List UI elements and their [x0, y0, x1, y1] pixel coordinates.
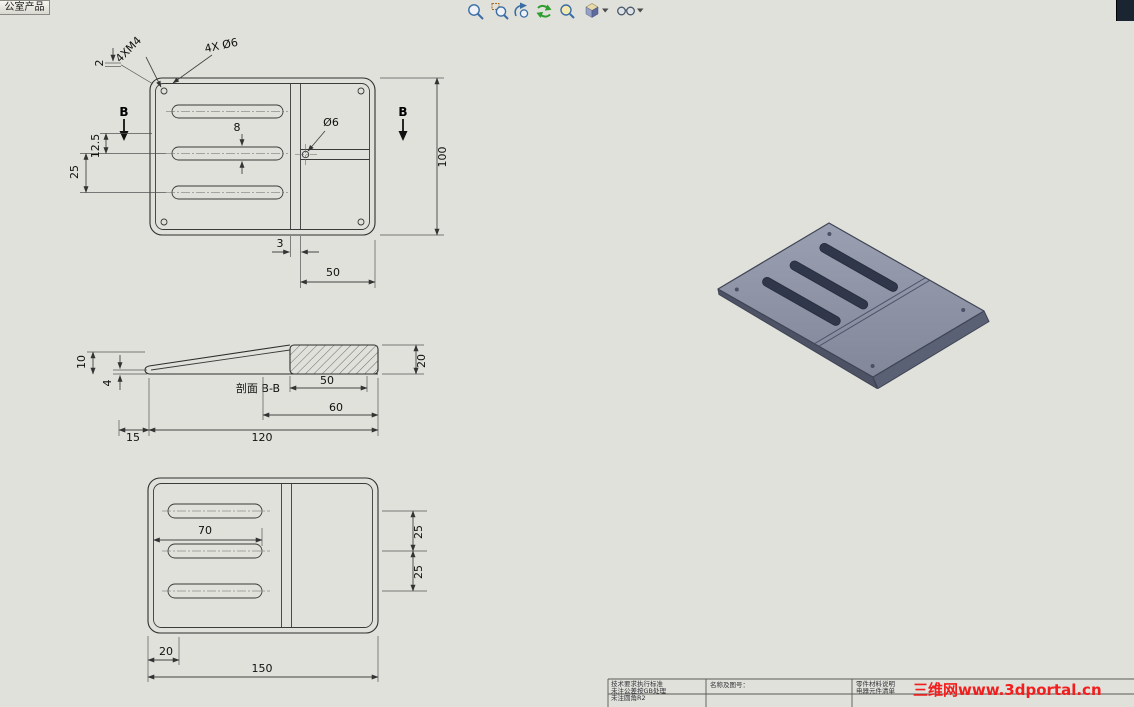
- zoom-previous-icon[interactable]: [514, 2, 529, 18]
- dim-8: 8: [234, 121, 241, 134]
- dim-60: 60: [329, 401, 343, 414]
- dim-10: 10: [75, 355, 88, 369]
- dim-4: 4: [101, 380, 114, 387]
- dim-12-5: 12.5: [89, 134, 102, 159]
- zoom-selected-icon[interactable]: [560, 4, 575, 19]
- section-view: 10 4 剖面 B-B 50 20 60 15 120: [75, 344, 428, 444]
- dim-25-upper: 25: [412, 525, 425, 539]
- bottom-view-part-outline: [147, 477, 379, 634]
- section-label-b-left: B: [119, 105, 128, 119]
- dim-dia6: Ø6: [323, 116, 339, 129]
- title-block-note-3: 未注圆角R2: [611, 693, 646, 702]
- note-drilled-holes: 4X Ø6: [203, 36, 239, 56]
- bottom-view-slots: [162, 503, 270, 599]
- dim-2: 2: [93, 60, 106, 67]
- dim-25: 25: [68, 165, 81, 179]
- section-arrow-left: [119, 131, 129, 141]
- view-orientation-icon[interactable]: [585, 3, 599, 18]
- section-hatched-block: [289, 344, 379, 375]
- dim-120: 120: [252, 431, 273, 444]
- dim-25-lower: 25: [412, 565, 425, 579]
- iso-3d-view[interactable]: [717, 222, 990, 389]
- watermark-text: 三维网www.3dportal.cn: [913, 681, 1102, 699]
- section-view-label: 剖面 B-B: [236, 381, 280, 395]
- dim-70: 70: [198, 524, 212, 537]
- section-label-b-right: B: [398, 105, 407, 119]
- title-block-name-label: 名称及图号：: [710, 680, 749, 689]
- dim-20-bottom: 20: [159, 645, 173, 658]
- note-tapped-holes: 4XM4: [113, 34, 144, 65]
- cad-app-window: 公室产品 4XM4 4X Ø6 2 B B 25 12.5 8 Ø6 100 3…: [0, 0, 1134, 707]
- display-style-icon[interactable]: [617, 6, 635, 16]
- bottom-view: 70 25 25 20 150: [147, 477, 427, 682]
- top-view-dimensions: 4XM4 4X Ø6 2 B B 25 12.5 8 Ø6 100 3 50: [68, 34, 449, 288]
- top-view: 4XM4 4X Ø6 2 B B 25 12.5 8 Ø6 100 3 50: [68, 34, 449, 288]
- zoom-to-area-icon[interactable]: [491, 3, 509, 20]
- dim-50-top: 50: [326, 266, 340, 279]
- top-view-part-outline: [149, 77, 376, 236]
- view-toolbar: [468, 2, 644, 20]
- dim-3: 3: [277, 237, 284, 250]
- view-orientation-dropdown-icon[interactable]: [602, 8, 609, 13]
- title-block-parts: 电器元件清单: [856, 686, 896, 695]
- bottom-view-dimensions: 70 25 25 20 150: [147, 510, 427, 682]
- dim-20-section: 20: [415, 354, 428, 368]
- top-view-slots: [166, 104, 288, 200]
- dim-100: 100: [436, 147, 449, 168]
- drawing-canvas: 4XM4 4X Ø6 2 B B 25 12.5 8 Ø6 100 3 50 1…: [68, 2, 1134, 707]
- dim-15: 15: [126, 431, 140, 444]
- section-arrow-right: [398, 131, 408, 141]
- dim-50-section: 50: [320, 374, 334, 387]
- rebuild-icon[interactable]: [536, 4, 552, 19]
- zoom-to-fit-icon[interactable]: [468, 4, 484, 20]
- display-style-dropdown-icon[interactable]: [637, 8, 644, 13]
- section-view-part: [144, 344, 379, 375]
- dim-150: 150: [252, 662, 273, 675]
